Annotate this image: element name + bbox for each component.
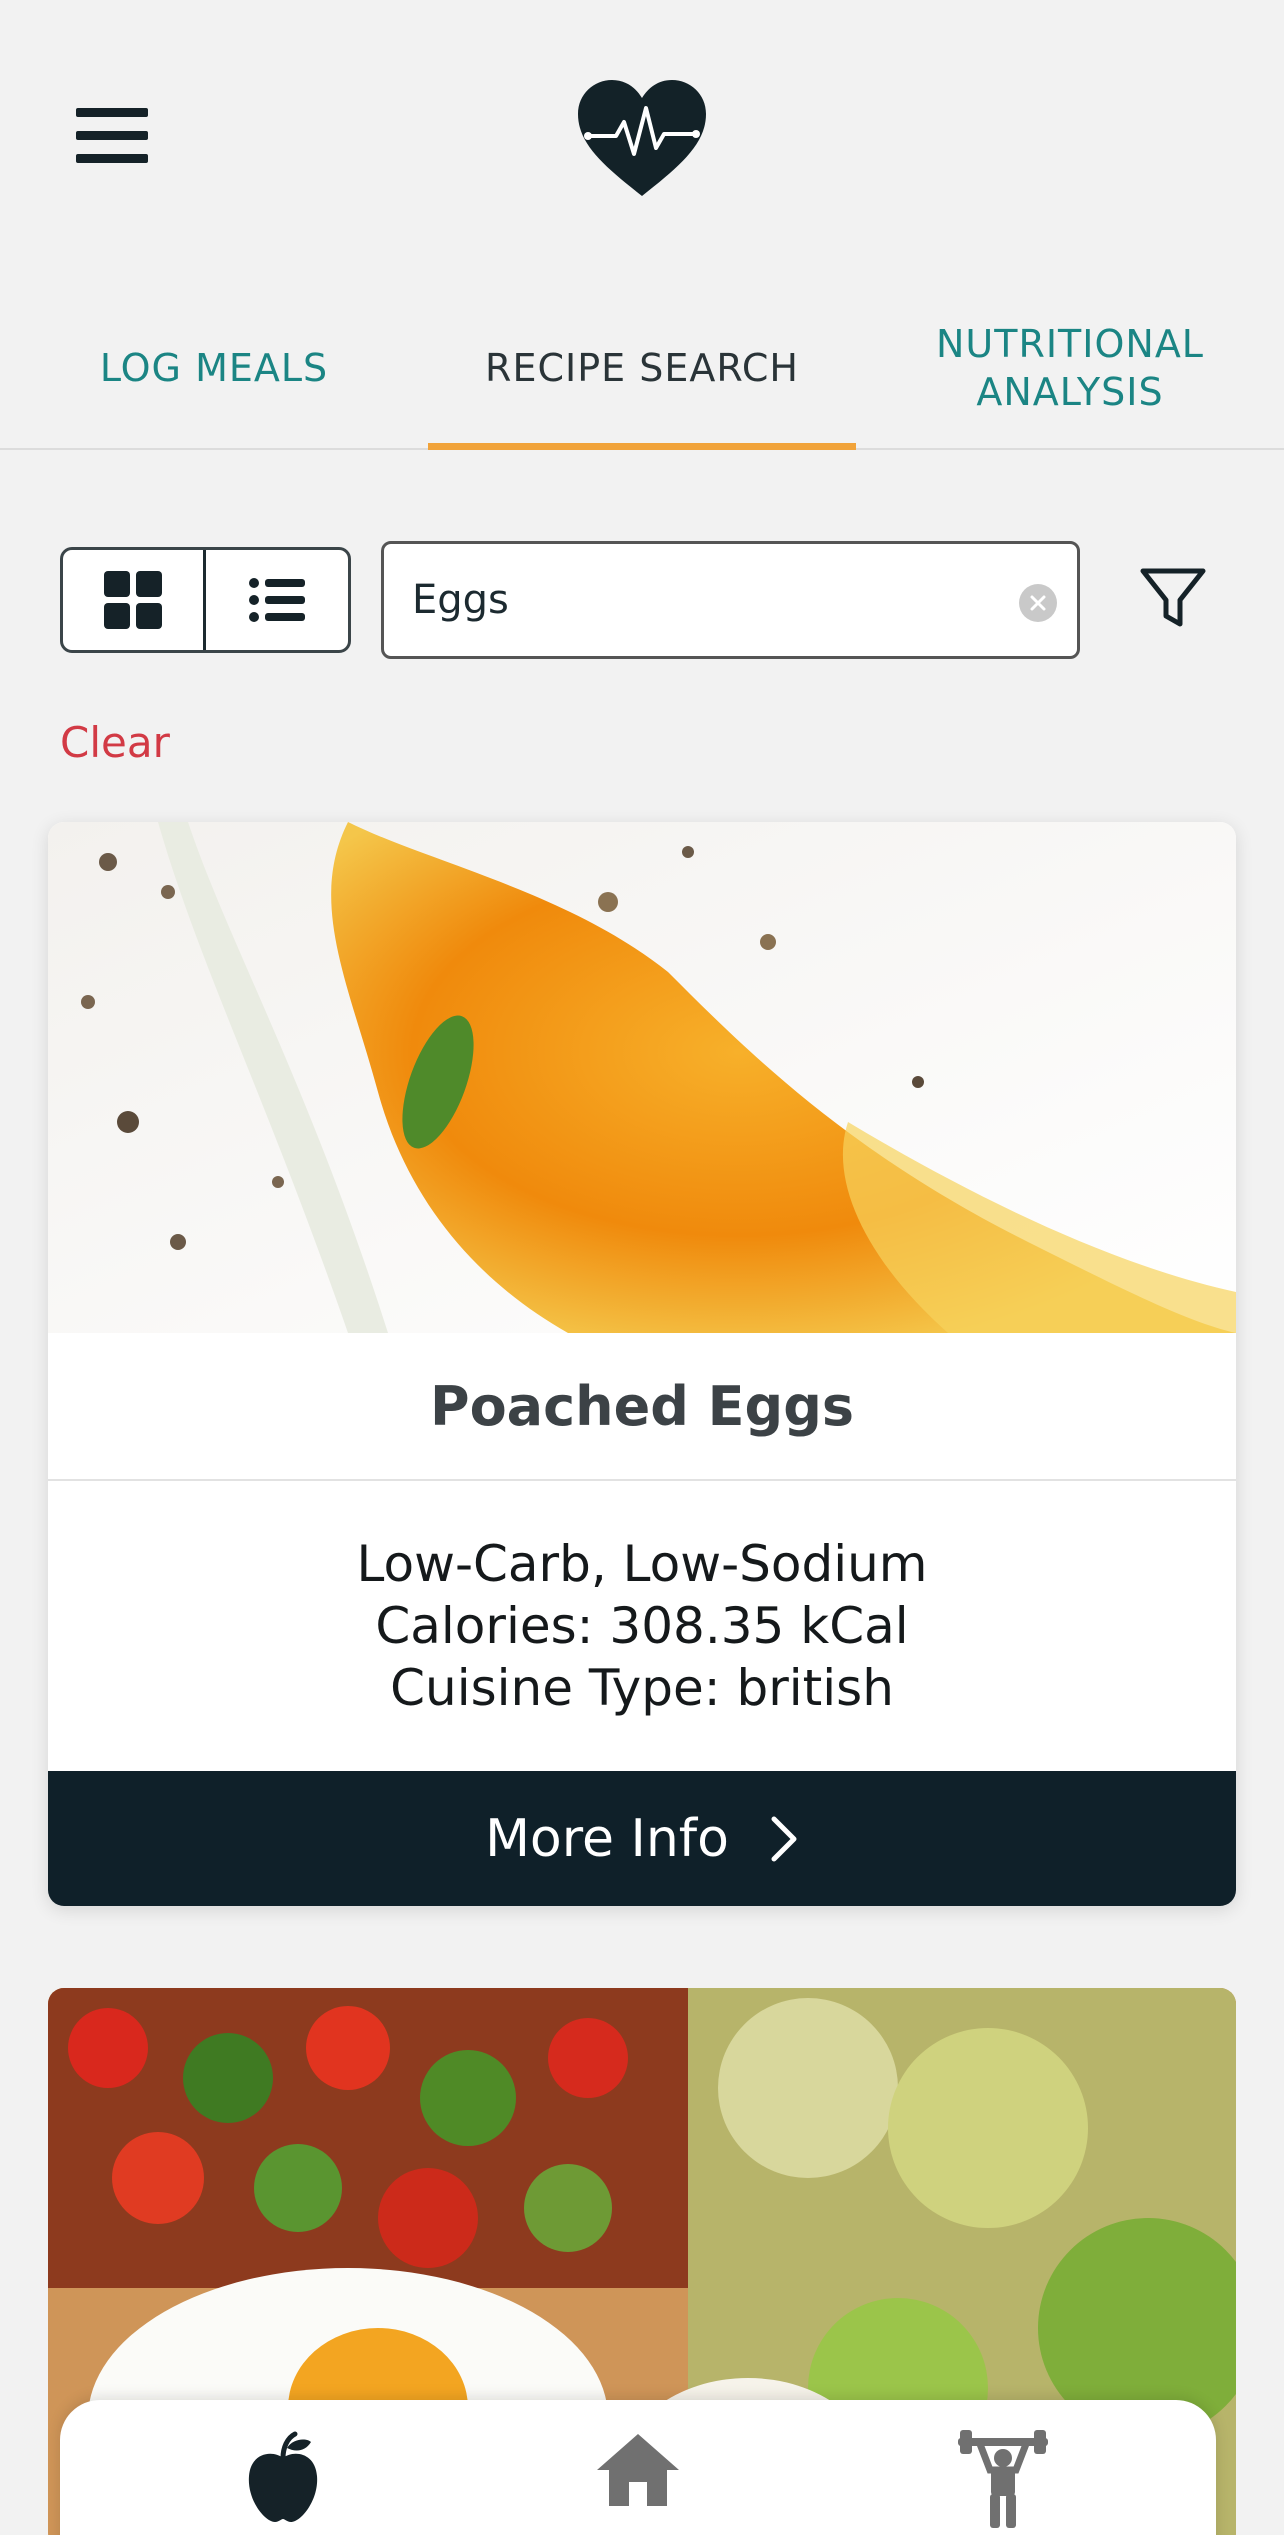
recipe-card: Poached Eggs Low-Carb, Low-Sodium Calori…: [48, 822, 1236, 1906]
grid-view-button[interactable]: [63, 550, 206, 650]
recipe-cuisine: Cuisine Type: british: [390, 1659, 894, 1717]
search-input[interactable]: [412, 568, 972, 632]
weightlifter-icon[interactable]: [958, 2430, 1048, 2530]
recipe-image: [48, 822, 1236, 1333]
recipe-details: Low-Carb, Low-Sodium Calories: 308.35 kC…: [48, 1481, 1236, 1771]
view-mode-toggle: [60, 547, 351, 653]
tab-nutritional-analysis-label: NUTRITIONAL ANALYSIS: [936, 321, 1204, 414]
chevron-right-icon: [769, 1815, 799, 1863]
app-header: [0, 0, 1284, 280]
tab-nutritional-analysis[interactable]: NUTRITIONAL ANALYSIS: [856, 285, 1284, 450]
recipe-title: Poached Eggs: [48, 1333, 1236, 1481]
tab-recipe-search[interactable]: RECIPE SEARCH: [428, 285, 856, 450]
apple-icon[interactable]: [238, 2430, 328, 2530]
bottom-navigation: [60, 2400, 1216, 2535]
more-info-button[interactable]: More Info: [48, 1771, 1236, 1906]
list-icon: [248, 578, 305, 622]
tab-log-meals[interactable]: LOG MEALS: [0, 285, 428, 450]
heart-pulse-icon: [574, 78, 710, 200]
active-tab-indicator: [428, 443, 856, 450]
clear-link[interactable]: Clear: [60, 718, 170, 767]
main-tabs: LOG MEALS RECIPE SEARCH NUTRITIONAL ANAL…: [0, 285, 1284, 450]
list-view-button[interactable]: [206, 550, 349, 650]
home-icon[interactable]: [593, 2430, 683, 2530]
recipe-diet-labels: Low-Carb, Low-Sodium: [356, 1535, 928, 1593]
hamburger-menu-icon[interactable]: [76, 108, 148, 164]
more-info-label: More Info: [485, 1808, 729, 1869]
filter-icon[interactable]: [1138, 566, 1208, 632]
search-field: [381, 541, 1080, 659]
grid-icon: [103, 571, 162, 629]
clear-search-icon[interactable]: [1019, 584, 1057, 622]
recipe-calories: Calories: 308.35 kCal: [375, 1597, 909, 1655]
